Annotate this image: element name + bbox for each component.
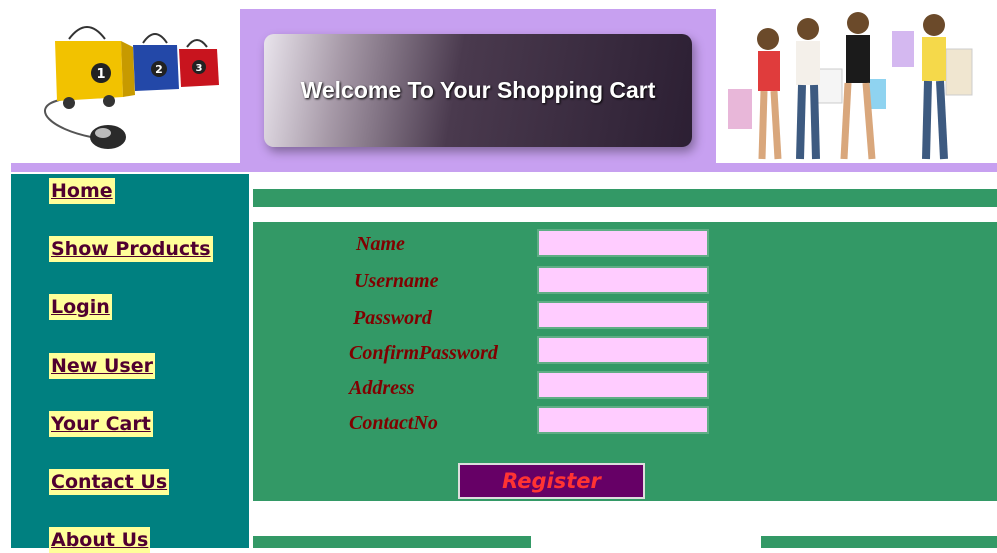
name-label: Name <box>356 233 405 255</box>
svg-text:3: 3 <box>196 63 203 74</box>
password-input[interactable] <box>537 301 709 329</box>
address-label: Address <box>349 377 415 399</box>
svg-text:1: 1 <box>96 67 105 82</box>
contact-no-input[interactable] <box>537 406 709 434</box>
shoppers-photo <box>716 9 997 163</box>
contact-no-label: ContactNo <box>349 412 438 434</box>
sidebar-item-contact-us[interactable]: Contact Us <box>49 469 170 495</box>
register-button[interactable]: Register <box>458 463 645 499</box>
welcome-banner: Welcome To Your Shopping Cart <box>264 34 692 147</box>
name-input[interactable] <box>537 229 709 257</box>
bottom-bar-left <box>253 536 531 548</box>
username-label: Username <box>354 270 439 292</box>
svg-text:2: 2 <box>155 63 163 76</box>
sidebar-item-new-user[interactable]: New User <box>49 353 155 379</box>
top-divider-bar <box>253 189 997 207</box>
shopping-bags-123-icon: 1 2 3 <box>44 26 219 149</box>
sidebar-item-show-products[interactable]: Show Products <box>49 236 213 262</box>
bottom-bar-right <box>761 536 997 548</box>
logo: 1 2 3 <box>11 9 240 163</box>
registration-form: Name Username Password ConfirmPassword A… <box>253 222 997 501</box>
password-label: Password <box>353 307 432 329</box>
username-input[interactable] <box>537 266 709 294</box>
sidebar-item-login[interactable]: Login <box>49 294 112 320</box>
sidebar-item-about-us[interactable]: About Us <box>49 527 151 553</box>
sidebar-item-home[interactable]: Home <box>49 178 115 204</box>
banner-title: Welcome To Your Shopping Cart <box>300 77 656 103</box>
confirm-password-input[interactable] <box>537 336 709 364</box>
address-input[interactable] <box>537 371 709 399</box>
header: 1 2 3 Welcome To Your Shopping Cart <box>11 9 997 172</box>
confirm-password-label: ConfirmPassword <box>349 342 498 364</box>
sidebar-item-your-cart[interactable]: Your Cart <box>49 411 153 437</box>
sidebar-nav: Home Show Products Login New User Your C… <box>11 174 249 553</box>
